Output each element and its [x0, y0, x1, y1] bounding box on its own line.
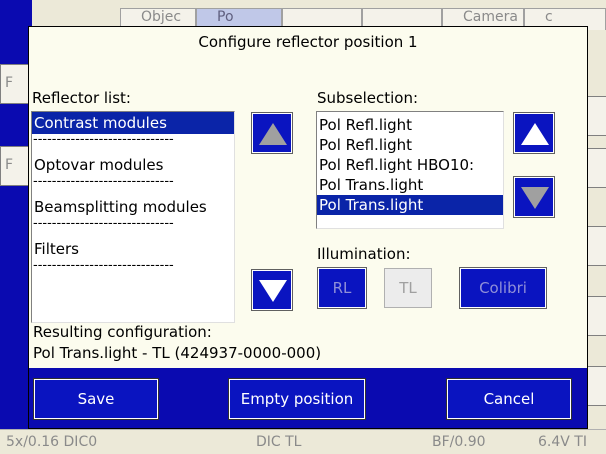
illumination-colibri-button[interactable]: Colibri [459, 267, 547, 309]
resulting-configuration-value: Pol Trans.light - TL (424937-0000-000) [33, 344, 322, 362]
subselection-scroll-up-button[interactable] [513, 112, 555, 154]
reflector-item-filters[interactable]: Filters [32, 238, 234, 260]
status-contrast: DIC TL [256, 434, 302, 450]
arrow-down-icon [521, 187, 549, 209]
subselection-scroll-down-button[interactable] [513, 176, 555, 218]
arrow-up-icon [259, 123, 287, 145]
background-right-button-2 [585, 148, 606, 188]
status-aperture: BF/0.90 [432, 434, 486, 450]
dialog-action-bar: Save Empty position Cancel [29, 368, 587, 428]
save-button[interactable]: Save [33, 378, 159, 420]
subselection-item[interactable]: Pol Refl.light [317, 135, 503, 155]
background-right-button-5 [585, 366, 606, 406]
background-right-button-4 [585, 296, 606, 336]
status-lamp-voltage: 6.4V TI [538, 434, 587, 450]
background-right-button-3 [585, 226, 606, 266]
resulting-configuration-label: Resulting configuration: [33, 323, 212, 341]
list-separator: ------------------------------ [33, 218, 174, 231]
reflector-item-optovar-modules[interactable]: Optovar modules [32, 154, 234, 176]
subselection-listbox[interactable]: Pol Refl.light Pol Refl.light Pol Refl.l… [316, 111, 504, 229]
reflector-listbox[interactable]: Contrast modules -----------------------… [31, 111, 235, 323]
configure-reflector-dialog: Configure reflector position 1 Reflector… [28, 26, 588, 429]
reflector-item-contrast-modules[interactable]: Contrast modules [32, 112, 234, 134]
list-separator: ------------------------------ [33, 176, 174, 189]
subselection-item[interactable]: Pol Refl.light [317, 115, 503, 135]
arrow-down-icon [259, 280, 287, 302]
background-right-button-1 [585, 96, 606, 136]
reflector-item-beamsplitting-modules[interactable]: Beamsplitting modules [32, 196, 234, 218]
subselection-item[interactable]: Pol Trans.light [317, 175, 503, 195]
background-status-bar: 5x/0.16 DIC0 DIC TL BF/0.90 6.4V TI [0, 429, 606, 454]
subselection-label: Subselection: [317, 89, 419, 107]
background-left-button-2: F [0, 146, 30, 186]
list-separator: ------------------------------ [33, 134, 174, 147]
reflector-list-label: Reflector list: [32, 89, 131, 107]
illumination-rl-button[interactable]: RL [317, 267, 367, 309]
illumination-tl-button[interactable]: TL [384, 268, 432, 308]
status-objective: 5x/0.16 DIC0 [6, 434, 98, 450]
list-separator: ------------------------------ [33, 260, 174, 273]
background-left-button-1: F [0, 64, 30, 104]
illumination-label: Illumination: [317, 245, 411, 263]
reflector-scroll-down-button[interactable] [251, 269, 293, 311]
empty-position-button[interactable]: Empty position [228, 378, 366, 420]
dialog-title: Configure reflector position 1 [198, 33, 418, 51]
arrow-up-icon [521, 123, 549, 145]
reflector-scroll-up-button[interactable] [251, 112, 293, 154]
subselection-item-selected[interactable]: Pol Trans.light [317, 195, 503, 215]
subselection-item[interactable]: Pol Refl.light HBO10: [317, 155, 503, 175]
cancel-button[interactable]: Cancel [446, 378, 572, 420]
